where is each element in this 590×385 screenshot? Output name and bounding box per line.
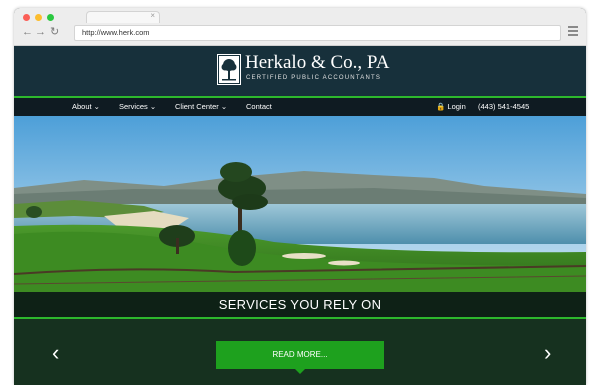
browser-tab[interactable]: × [86,11,160,23]
hero-image [14,116,586,292]
address-bar[interactable]: http://www.herk.com [74,25,561,41]
minimize-window-button[interactable] [35,14,42,21]
site-title[interactable]: Herkalo & Co., PA [245,52,389,74]
browser-toolbar: × ← → ↻ http://www.herk.com [14,8,586,46]
phone-number[interactable]: (443) 541-4545 [478,101,529,113]
close-icon[interactable]: × [150,11,155,20]
arrow-left-icon[interactable]: ← [22,25,33,39]
nav-item-client-center[interactable]: Client Center ⌄ [175,101,227,113]
nav-item-services[interactable]: Services ⌄ [119,101,156,113]
main-nav: About ⌄ Services ⌄ Client Center ⌄ Conta… [14,96,586,117]
reload-icon[interactable]: ↻ [50,25,59,39]
slider-controls: ‹ READ MORE... › [14,319,586,385]
maximize-window-button[interactable] [47,14,54,21]
tree-logo-icon[interactable] [217,54,241,85]
nav-item-about[interactable]: About ⌄ [72,101,100,113]
chevron-right-icon[interactable]: › [544,342,551,364]
nav-item-contact[interactable]: Contact [246,101,272,113]
golf-course-landscape-image [14,116,586,292]
site-header: Herkalo & Co., PA CERTIFIED PUBLIC ACCOU… [14,46,586,96]
chevron-left-icon[interactable]: ‹ [52,342,59,364]
hero-caption: SERVICES YOU RELY ON [218,297,382,312]
read-more-button[interactable]: READ MORE... [216,341,384,369]
login-link[interactable]: 🔒 Login [436,101,466,113]
browser-window: × ← → ↻ http://www.herk.com Herkalo & Co… [14,8,586,385]
arrow-right-icon[interactable]: → [35,25,46,39]
address-text: http://www.herk.com [82,28,150,37]
hamburger-menu-icon[interactable] [568,26,578,38]
site-subtitle: CERTIFIED PUBLIC ACCOUNTANTS [246,75,382,81]
button-pointer [295,369,305,374]
close-window-button[interactable] [23,14,30,21]
hero-caption-bar: SERVICES YOU RELY ON [14,292,586,317]
